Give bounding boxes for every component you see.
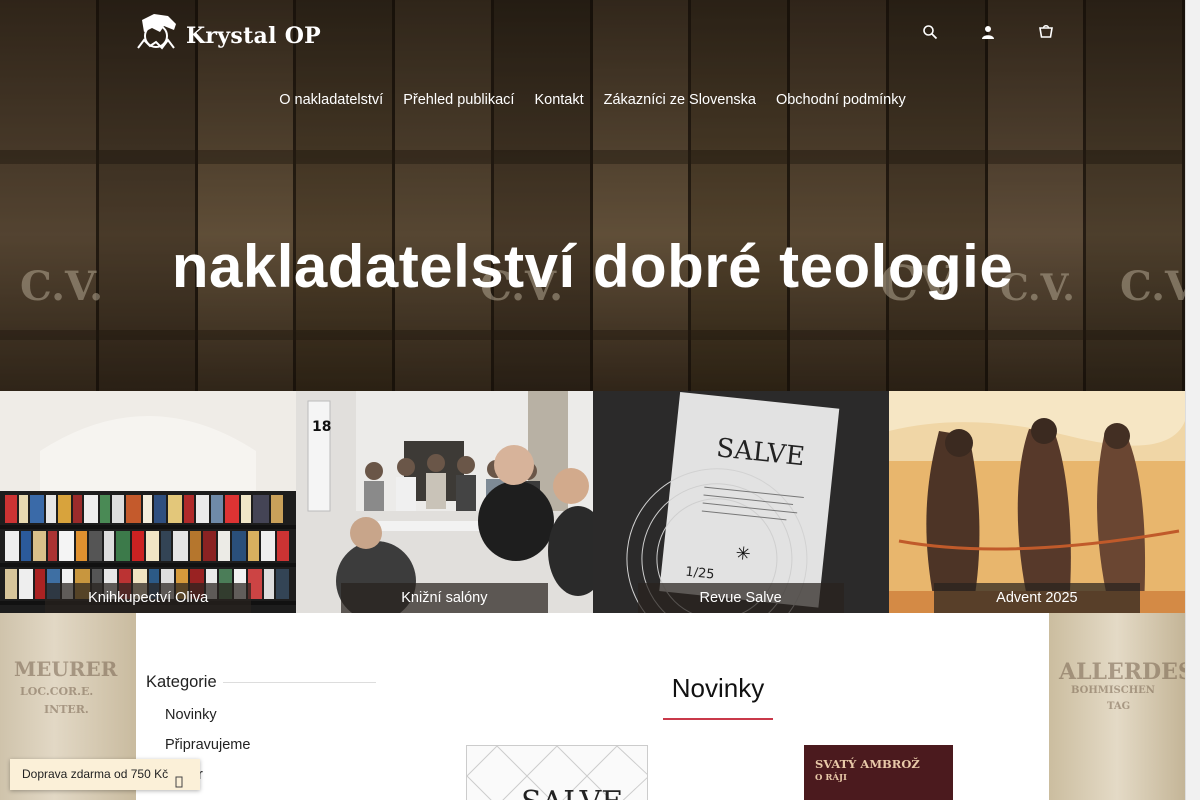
close-icon[interactable] — [175, 769, 183, 788]
salve-cover-image: SALVE 1/25 ✳ — [592, 391, 889, 613]
hero-overlay — [0, 0, 1185, 391]
svg-text:✳: ✳ — [734, 543, 751, 565]
main-content: Kategorie Novinky Připravujeme Bazar Nov… — [136, 613, 1049, 800]
main-nav: O nakladatelství Přehled publikací Konta… — [0, 92, 1185, 108]
tile-knizni-salony[interactable]: 18 Knižní salóny — [296, 391, 593, 613]
tile-caption: Knihkupectví Oliva — [45, 583, 252, 613]
salon-photo: 18 — [296, 391, 593, 613]
search-icon[interactable] — [921, 20, 939, 44]
logo-text: Krystal OP — [186, 23, 322, 49]
free-shipping-text: Doprava zdarma od 750 Kč — [22, 767, 169, 781]
lion-seal-icon — [137, 14, 176, 50]
background-right-panel: ALLERDES BOHMISCHEN TAG — [1049, 613, 1194, 800]
category-novinky[interactable]: Novinky — [165, 707, 250, 737]
tile-caption: Revue Salve — [637, 583, 844, 613]
nav-kontakt[interactable]: Kontakt — [534, 92, 583, 108]
tile-caption: Knižní salóny — [341, 583, 548, 613]
book-cover-subtitle: O RÁJI — [815, 773, 848, 783]
nav-zakaznici-ze-slovenska[interactable]: Zákazníci ze Slovenska — [604, 92, 756, 108]
tile-advent-2025[interactable]: Advent 2025 — [888, 391, 1185, 613]
feature-tiles: Knihkupectví Oliva 18 Knižní salóny SALV… — [0, 391, 1185, 613]
svg-text:1/25: 1/25 — [684, 565, 715, 583]
tile-revue-salve[interactable]: SALVE 1/25 ✳ Revue Salve — [592, 391, 889, 613]
salve-book-cover: SALVE — [467, 746, 647, 800]
page-scrollbar[interactable] — [1185, 0, 1200, 800]
hero-banner: C.V. C.V. CV C.V. C.V. Krystal OP O nakl… — [0, 0, 1185, 391]
hero-title: nakladatelství dobré teologie — [171, 233, 1014, 300]
svg-text:18: 18 — [312, 419, 331, 435]
section-title-novinky: Novinky — [671, 673, 765, 703]
free-shipping-banner[interactable]: Doprava zdarma od 750 Kč — [10, 759, 200, 790]
user-icon[interactable] — [979, 20, 997, 44]
header-icons — [921, 20, 1055, 44]
nav-prehled-publikaci[interactable]: Přehled publikací — [403, 92, 514, 108]
book-card-salve[interactable]: SALVE — [466, 745, 648, 800]
site-logo[interactable]: Krystal OP — [134, 10, 321, 52]
svg-text:SALVE: SALVE — [521, 785, 623, 800]
nav-o-nakladatelstvi[interactable]: O nakladatelství — [279, 92, 383, 108]
categories-heading: Kategorie — [146, 673, 376, 692]
section-title-underline — [663, 718, 773, 720]
cart-icon[interactable] — [1037, 20, 1055, 44]
tile-knihkupectvi-oliva[interactable]: Knihkupectví Oliva — [0, 391, 297, 613]
tile-caption: Advent 2025 — [933, 583, 1140, 613]
book-cover-title: SVATÝ AMBROŽ — [815, 757, 920, 771]
bookshelf-photo — [0, 416, 296, 613]
book-card-svaty-ambroz[interactable]: SVATÝ AMBROŽ O RÁJI — [804, 745, 953, 800]
advent-painting — [888, 391, 1185, 613]
nav-obchodni-podminky[interactable]: Obchodní podmínky — [776, 92, 906, 108]
